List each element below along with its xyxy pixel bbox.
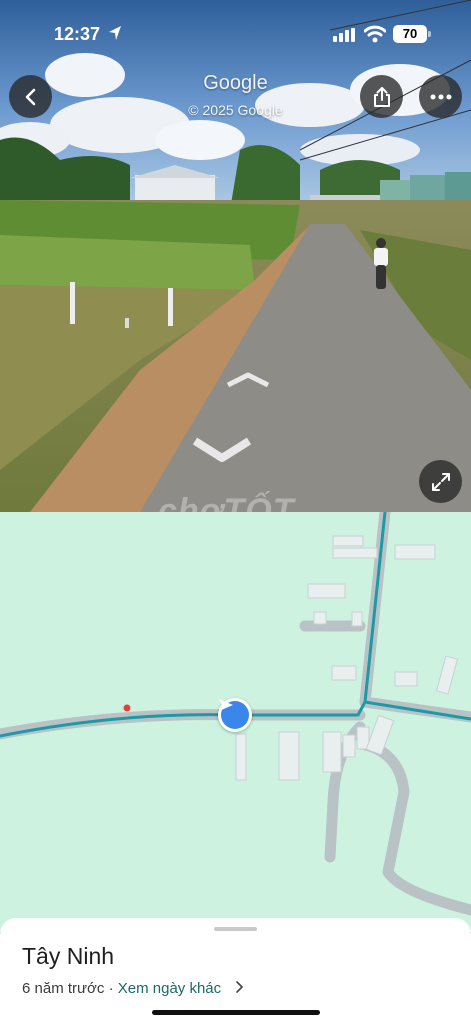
move-forward-arrow[interactable] [226, 372, 270, 388]
chevron-left-icon [25, 88, 35, 105]
status-time: 12:37 [54, 24, 101, 44]
place-name: Tây Ninh [22, 943, 115, 969]
navigation-arrow-icon [219, 699, 233, 711]
other-dates-link[interactable]: Xem ngày khác [118, 980, 221, 997]
move-backward-arrow[interactable] [192, 436, 252, 464]
home-indicator [152, 1010, 320, 1015]
location-arrow-icon [109, 26, 121, 40]
battery-tip [428, 31, 431, 37]
mini-map[interactable] [0, 512, 471, 932]
back-button[interactable] [9, 75, 52, 118]
drag-handle[interactable] [214, 927, 257, 931]
more-options-button[interactable] [419, 75, 462, 118]
cellular-signal-icon [333, 28, 355, 42]
street-view-panorama[interactable]: 12:37 70 Google © 2025 Google [0, 0, 471, 512]
share-button[interactable] [360, 75, 403, 118]
bottom-sheet[interactable]: Tây Ninh 6 năm trước · Xem ngày khác [0, 918, 471, 1024]
capture-age: 6 năm trước [22, 980, 105, 997]
expand-icon [431, 472, 450, 491]
chevron-right-icon[interactable] [235, 981, 244, 993]
status-bar: 12:37 70 [0, 0, 471, 70]
separator: · [104, 980, 118, 997]
more-horizontal-icon [430, 94, 451, 99]
expand-button[interactable] [419, 460, 462, 503]
wifi-icon [364, 25, 386, 43]
current-position-marker[interactable] [218, 698, 252, 732]
capture-info: 6 năm trước · Xem ngày khác [22, 980, 244, 997]
buildings [235, 535, 459, 781]
share-icon [373, 86, 390, 107]
battery-level: 70 [393, 25, 427, 43]
map-pin [123, 704, 131, 712]
